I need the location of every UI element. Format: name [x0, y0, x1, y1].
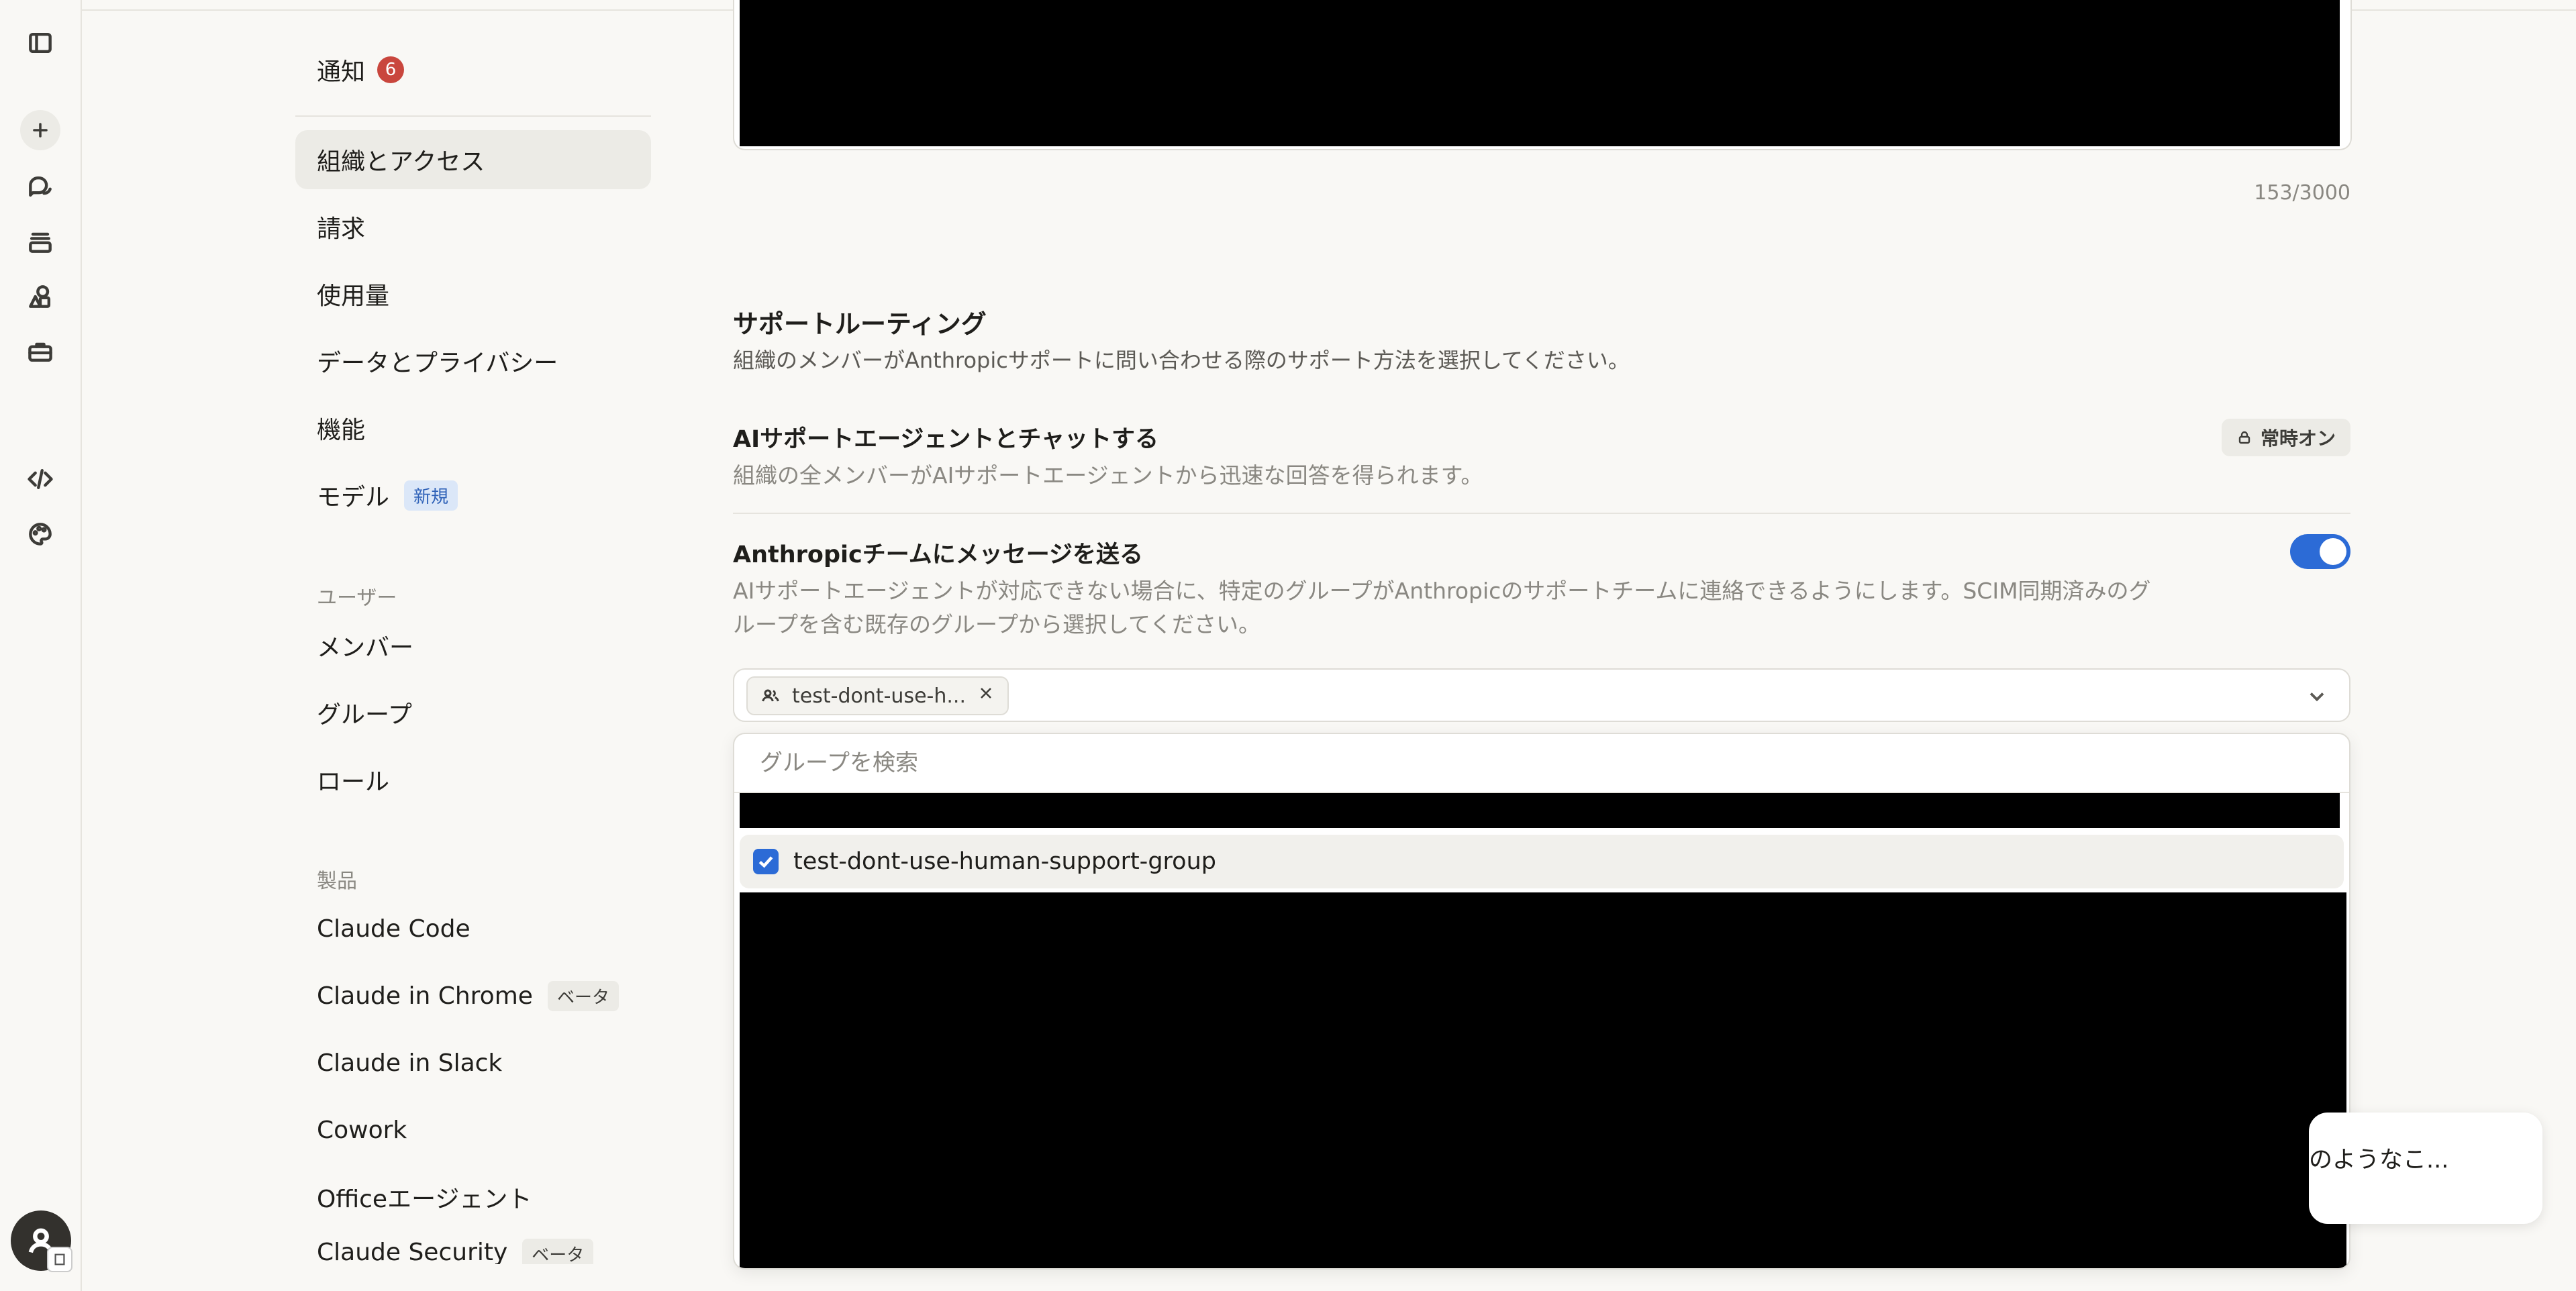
- toggle-sidebar-button[interactable]: [20, 23, 60, 63]
- chat-preview-text: のようなこ...: [2309, 1147, 2449, 1174]
- selected-group-label: test-dont-use-h...: [792, 684, 966, 708]
- nav-item-groups[interactable]: グループ: [295, 683, 651, 742]
- group-dropdown: test-dont-use-human-support-group: [733, 733, 2350, 1270]
- nav-item-notifications[interactable]: 通知 6: [295, 40, 651, 99]
- nav-item-label: ロール: [317, 768, 390, 796]
- nav-item-label: Claude in Chrome: [317, 982, 533, 1010]
- users-icon: [762, 689, 779, 702]
- code-button[interactable]: [20, 459, 60, 499]
- character-count: 153/3000: [2254, 181, 2350, 205]
- nav-item-label: モデル: [317, 484, 390, 511]
- plus-icon: [33, 123, 48, 138]
- chat-bubbles-icon: [29, 176, 52, 197]
- shapes-icon: [29, 285, 51, 308]
- group-search-input[interactable]: [734, 734, 2349, 793]
- message-team-toggle[interactable]: [2290, 534, 2350, 569]
- left-rail: [0, 0, 82, 1291]
- nav-item-members[interactable]: メンバー: [295, 616, 651, 675]
- ai-agent-description: 組織の全メンバーがAIサポートエージェントから迅速な回答を得られます。: [733, 462, 1483, 488]
- message-team-description-line2: ループを含む既存のグループから選択してください。: [733, 611, 1261, 637]
- products-heading: 製品: [317, 870, 357, 893]
- select-toggle[interactable]: [2305, 684, 2329, 709]
- projects-button[interactable]: [20, 221, 60, 262]
- nav-item-models[interactable]: モデル 新規: [295, 466, 651, 525]
- toggle-knob: [2320, 538, 2346, 565]
- ai-agent-title: AIサポートエージェントとチャットする: [733, 426, 1159, 453]
- nav-item-office-agent[interactable]: Officeエージェント: [295, 1168, 651, 1227]
- new-badge: 新規: [404, 480, 458, 511]
- selected-group-chip: test-dont-use-h...: [746, 676, 1009, 715]
- tools-button[interactable]: [20, 331, 60, 372]
- nav-item-label: グループ: [317, 701, 412, 729]
- instructions-textarea[interactable]: [733, 0, 2352, 150]
- nav-item-label: Claude in Slack: [317, 1049, 503, 1077]
- nav-item-usage[interactable]: 使用量: [295, 264, 651, 323]
- always-on-label: 常時オン: [2260, 427, 2336, 450]
- close-icon: [981, 688, 991, 699]
- code-icon: [28, 468, 53, 490]
- nav-item-features[interactable]: 機能: [295, 399, 651, 458]
- customize-button[interactable]: [20, 514, 60, 554]
- toolbox-icon: [28, 342, 52, 362]
- sidebar-icon: [29, 32, 52, 54]
- chat-preview-popup[interactable]: のようなこ...: [2309, 1113, 2542, 1224]
- row-divider: [733, 513, 2350, 514]
- remove-chip-button[interactable]: [977, 684, 995, 708]
- nav-item-label: データとプライバシー: [317, 350, 558, 377]
- beta-badge: ベータ: [522, 1239, 594, 1264]
- check-icon: [758, 856, 773, 868]
- nav-item-label: Cowork: [317, 1116, 407, 1144]
- nav-item-roles[interactable]: ロール: [295, 750, 651, 809]
- option-checkbox[interactable]: [753, 849, 779, 874]
- message-team-title: Anthropicチームにメッセージを送る: [733, 541, 1144, 568]
- building-icon: [54, 1253, 65, 1266]
- group-select[interactable]: test-dont-use-h...: [733, 668, 2350, 722]
- artifacts-button[interactable]: [20, 276, 60, 317]
- always-on-badge: 常時オン: [2221, 419, 2350, 456]
- nav-divider: [295, 115, 651, 117]
- message-team-description-line1: AIサポートエージェントが対応できない場合に、特定のグループがAnthropic…: [733, 578, 2151, 604]
- redacted-option: [740, 793, 2340, 828]
- nav-item-claude-code[interactable]: Claude Code: [295, 899, 651, 958]
- nav-item-claude-in-slack[interactable]: Claude in Slack: [295, 1033, 651, 1092]
- nav-item-label: 使用量: [317, 282, 390, 310]
- nav-item-label: 請求: [317, 215, 366, 243]
- beta-badge: ベータ: [547, 980, 619, 1011]
- nav-item-label: メンバー: [317, 634, 414, 662]
- new-chat-button[interactable]: [20, 110, 60, 150]
- nav-item-label: Claude Security: [317, 1239, 508, 1264]
- message-team-description: AIサポートエージェントが対応できない場合に、特定のグループがAnthropic…: [733, 574, 2250, 641]
- nav-item-label: Claude Code: [317, 915, 470, 943]
- support-routing-description: 組織のメンバーがAnthropicサポートに問い合わせる際のサポート方法を選択し…: [733, 348, 1630, 373]
- organization-badge: [47, 1247, 72, 1272]
- redacted-region: [740, 0, 2340, 146]
- nav-item-cowork[interactable]: Cowork: [295, 1100, 651, 1159]
- users-heading: ユーザー: [317, 586, 397, 610]
- nav-item-label: 通知: [317, 58, 366, 86]
- nav-item-data-privacy[interactable]: データとプライバシー: [295, 331, 651, 391]
- group-option[interactable]: test-dont-use-human-support-group: [740, 835, 2344, 888]
- account-avatar[interactable]: [11, 1210, 72, 1272]
- lock-icon: [2238, 431, 2250, 444]
- redacted-options: [740, 892, 2346, 1268]
- nav-item-label: Officeエージェント: [317, 1186, 532, 1213]
- nav-item-organization-access[interactable]: 組織とアクセス: [295, 130, 651, 189]
- nav-item-claude-in-chrome[interactable]: Claude in Chrome ベータ: [295, 966, 651, 1025]
- chats-button[interactable]: [20, 166, 60, 207]
- group-option-label: test-dont-use-human-support-group: [793, 848, 1216, 875]
- nav-item-label: 機能: [317, 417, 366, 444]
- nav-item-claude-security[interactable]: Claude Security ベータ: [295, 1235, 651, 1264]
- nav-item-billing[interactable]: 請求: [295, 197, 651, 256]
- palette-icon: [29, 523, 52, 546]
- stack-icon: [29, 232, 52, 253]
- nav-item-label: 組織とアクセス: [317, 148, 485, 176]
- chevron-down-icon: [2310, 692, 2324, 702]
- support-routing-title: サポートルーティング: [733, 309, 987, 339]
- notification-count-badge: 6: [377, 56, 405, 83]
